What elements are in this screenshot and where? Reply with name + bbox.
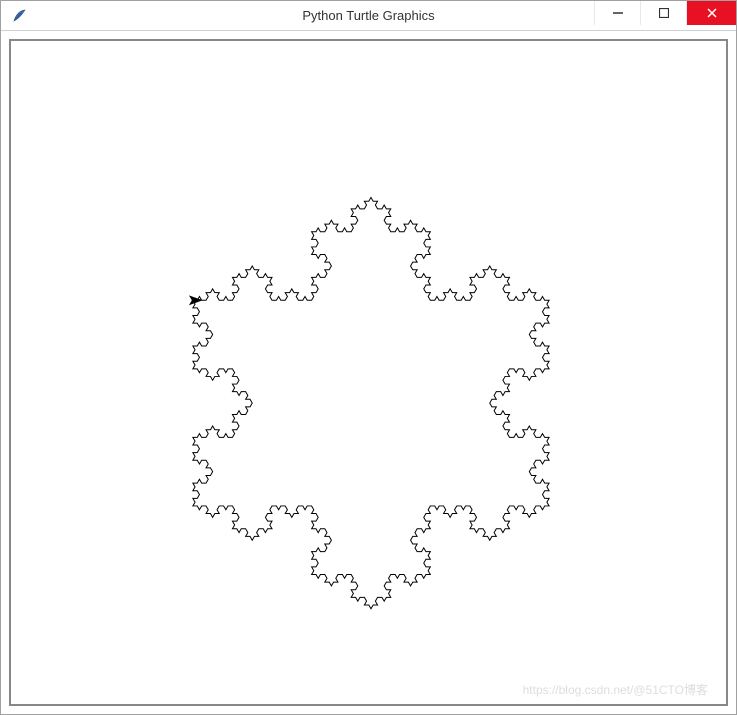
app-window: Python Turtle Graphics https://blog.csdn…: [0, 0, 737, 715]
maximize-button[interactable]: [640, 1, 686, 25]
koch-path: [193, 197, 549, 608]
turtle-cursor-icon: [189, 295, 203, 305]
titlebar[interactable]: Python Turtle Graphics: [1, 1, 736, 31]
close-button[interactable]: [686, 1, 736, 25]
window-controls: [594, 1, 736, 30]
window-title: Python Turtle Graphics: [302, 8, 434, 23]
feather-icon: [9, 6, 29, 26]
turtle-canvas: https://blog.csdn.net/@51CTO博客: [9, 39, 728, 706]
minimize-button[interactable]: [594, 1, 640, 25]
koch-snowflake-drawing: [11, 41, 726, 704]
